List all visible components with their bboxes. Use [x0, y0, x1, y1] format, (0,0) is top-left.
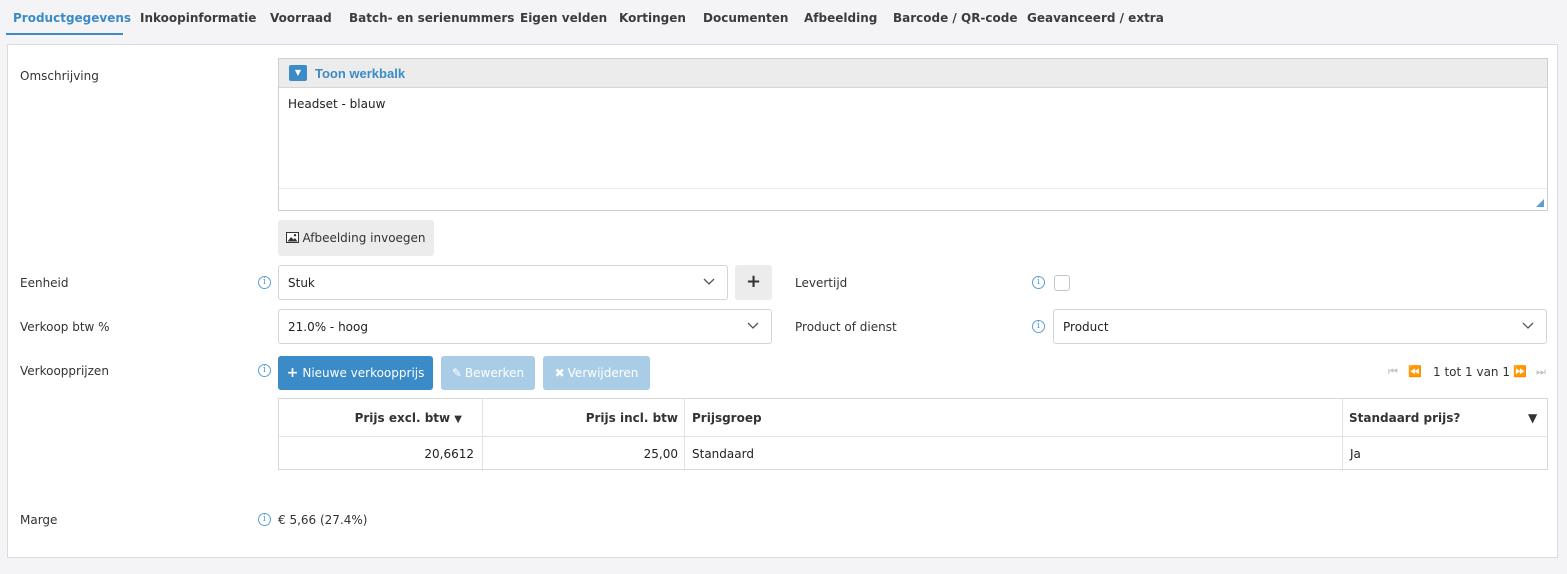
- table-cell-price-group[interactable]: Standaard: [692, 447, 754, 461]
- next-page-icon[interactable]: ⏩: [1513, 365, 1527, 378]
- new-sales-price-button[interactable]: + Nieuwe verkoopprijs: [278, 356, 433, 390]
- tab-bar: Productgegevens Inkoopinformatie Voorraa…: [0, 0, 1567, 36]
- description-label: Omschrijving: [20, 69, 99, 83]
- vat-select[interactable]: 21.0% - hoog: [278, 309, 772, 344]
- tab-geavanceerd[interactable]: Geavanceerd / extra: [1027, 11, 1164, 25]
- product-or-service-value: Product: [1063, 320, 1109, 334]
- sales-prices-label: Verkoopprijzen: [20, 364, 109, 378]
- column-divider: [482, 399, 483, 471]
- editor-toolbar: ▼ Toon werkbalk: [279, 59, 1547, 88]
- column-divider: [1342, 399, 1343, 471]
- sort-desc-icon: ▼: [454, 414, 462, 425]
- close-icon: ✖: [554, 366, 565, 380]
- column-header-price-group[interactable]: Prijsgroep: [692, 411, 762, 425]
- info-icon[interactable]: i: [1032, 320, 1045, 333]
- new-sales-price-label: Nieuwe verkoopprijs: [302, 366, 425, 380]
- column-header-label: Prijs excl. btw: [354, 411, 451, 425]
- description-editor[interactable]: ▼ Toon werkbalk Headset - blauw: [278, 58, 1548, 211]
- last-page-icon[interactable]: ⏭: [1536, 365, 1546, 379]
- product-or-service-label: Product of dienst: [795, 320, 897, 334]
- delete-label: Verwijderen: [567, 366, 639, 380]
- delete-button[interactable]: ✖ Verwijderen: [543, 356, 650, 390]
- column-divider: [684, 399, 685, 471]
- tab-voorraad[interactable]: Voorraad: [270, 11, 332, 25]
- pencil-icon: ✎: [451, 366, 462, 380]
- add-unit-button[interactable]: +: [735, 265, 772, 300]
- tab-inkoopinformatie[interactable]: Inkoopinformatie: [140, 11, 256, 25]
- table-cell-price-incl[interactable]: 25,00: [644, 447, 678, 461]
- info-icon[interactable]: i: [1032, 276, 1045, 289]
- vat-label: Verkoop btw %: [20, 320, 110, 334]
- description-text[interactable]: Headset - blauw: [288, 97, 385, 111]
- unit-select[interactable]: Stuk: [278, 265, 728, 300]
- resize-handle[interactable]: [1536, 199, 1544, 207]
- pager-info: 1 tot 1 van 1: [1433, 365, 1510, 379]
- insert-image-button[interactable]: Afbeelding invoegen: [278, 220, 434, 256]
- chevron-down-icon[interactable]: ▼: [289, 65, 307, 81]
- table-cell-default-price[interactable]: Ja: [1350, 447, 1361, 461]
- active-tab-indicator: [6, 33, 123, 35]
- tab-barcode-qr[interactable]: Barcode / QR-code: [893, 11, 1018, 25]
- product-form-panel: Omschrijving ▼ Toon werkbalk Headset - b…: [7, 44, 1558, 558]
- delivery-time-checkbox[interactable]: [1054, 275, 1070, 291]
- info-icon[interactable]: i: [258, 276, 271, 289]
- chevron-down-icon: [747, 322, 759, 329]
- column-header-price-excl[interactable]: Prijs excl. btw ▼: [355, 411, 462, 425]
- column-header-default-price[interactable]: Standaard prijs?: [1349, 411, 1460, 425]
- info-icon[interactable]: i: [258, 513, 271, 526]
- previous-page-icon[interactable]: ⏪: [1408, 365, 1422, 378]
- table-cell-price-excl[interactable]: 20,6612: [424, 447, 474, 461]
- chevron-down-icon: [1522, 322, 1534, 329]
- unit-label: Eenheid: [20, 276, 69, 290]
- tab-afbeelding[interactable]: Afbeelding: [804, 11, 877, 25]
- tab-productgegevens[interactable]: Productgegevens: [13, 11, 131, 25]
- column-menu-icon[interactable]: ▼: [1528, 411, 1537, 425]
- unit-value: Stuk: [288, 276, 315, 290]
- info-icon[interactable]: i: [258, 364, 271, 377]
- margin-label: Marge: [20, 513, 58, 527]
- insert-image-label: Afbeelding invoegen: [302, 231, 426, 245]
- tab-documenten[interactable]: Documenten: [703, 11, 788, 25]
- tab-eigen-velden[interactable]: Eigen velden: [520, 11, 607, 25]
- chevron-down-icon: [703, 278, 715, 285]
- margin-value: € 5,66 (27.4%): [278, 513, 368, 527]
- column-header-price-incl[interactable]: Prijs incl. btw: [586, 411, 678, 425]
- image-icon: [286, 232, 300, 243]
- delivery-time-label: Levertijd: [795, 276, 848, 290]
- plus-icon: +: [286, 365, 299, 381]
- sales-prices-table: Prijs excl. btw ▼ Prijs incl. btw Prijsg…: [278, 398, 1548, 471]
- first-page-icon[interactable]: ⏮: [1388, 365, 1398, 379]
- toggle-toolbar-link[interactable]: Toon werkbalk: [315, 66, 405, 81]
- editor-status-bar: [279, 188, 1547, 210]
- vat-value: 21.0% - hoog: [288, 320, 368, 334]
- edit-button[interactable]: ✎ Bewerken: [441, 356, 535, 390]
- tab-batch-serienummers[interactable]: Batch- en serienummers: [349, 11, 514, 25]
- tab-kortingen[interactable]: Kortingen: [619, 11, 686, 25]
- edit-label: Bewerken: [464, 366, 525, 380]
- product-or-service-select[interactable]: Product: [1053, 309, 1547, 344]
